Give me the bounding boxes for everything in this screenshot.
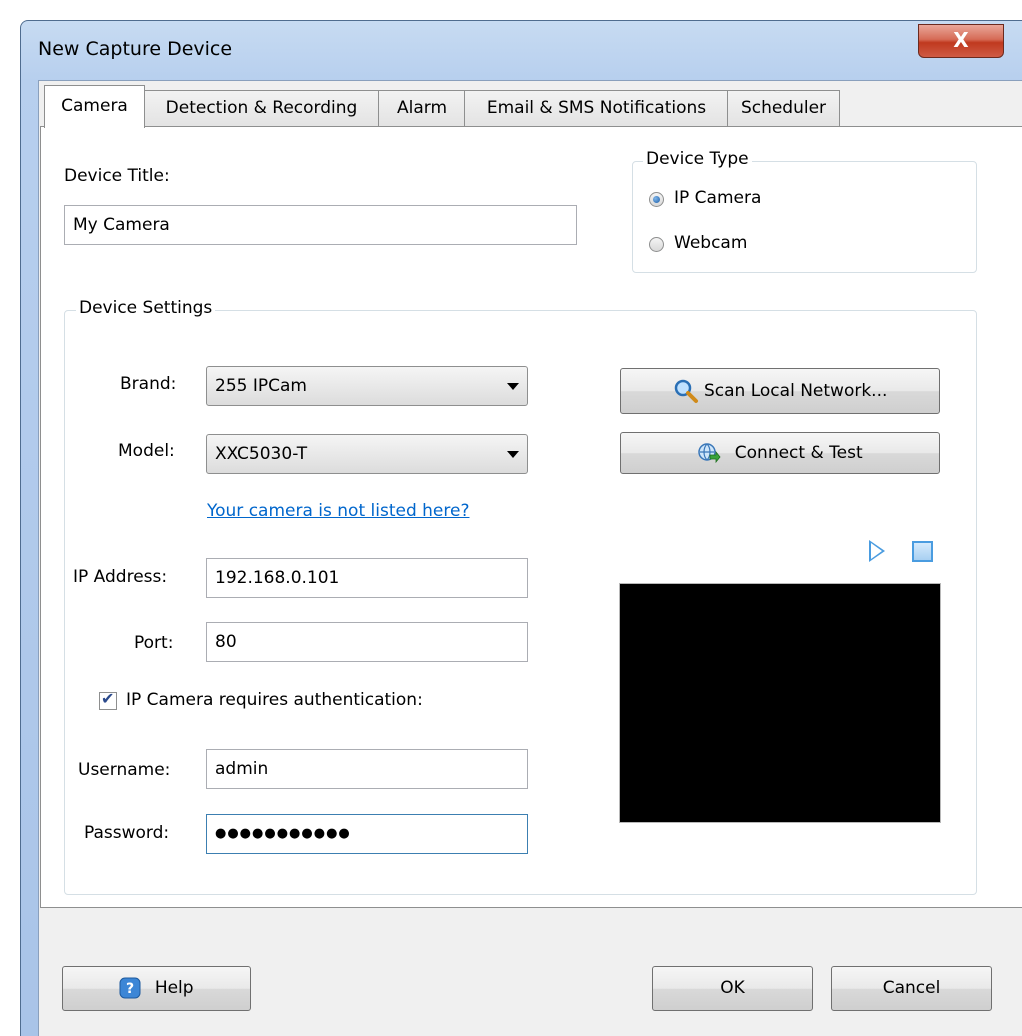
close-button[interactable]: X [918,24,1004,58]
chevron-down-icon [507,383,519,390]
password-input[interactable]: ●●●●●●●●●●● [206,814,528,854]
model-value: XXC5030-T [215,444,308,464]
camera-preview [619,583,941,823]
ip-address-input[interactable]: 192.168.0.101 [206,558,528,598]
magnifier-icon [674,379,698,403]
tab-scheduler[interactable]: Scheduler [727,90,840,127]
auth-checkbox[interactable] [99,689,117,710]
auth-label[interactable]: IP Camera requires authentication: [126,690,423,710]
window-title: New Capture Device [38,38,233,60]
tab-camera[interactable]: Camera [44,85,145,128]
chevron-down-icon [507,451,519,458]
device-settings-caption: Device Settings [76,298,216,318]
brand-dropdown[interactable]: 255 IPCam [206,366,528,406]
webcam-label[interactable]: Webcam [674,233,747,253]
tab-email-sms-notifications[interactable]: Email & SMS Notifications [464,90,729,127]
brand-value: 255 IPCam [215,376,307,396]
help-label: Help [154,978,194,998]
connect-globe-icon [698,443,721,464]
stop-icon[interactable] [912,541,933,562]
device-title-label: Device Title: [64,166,170,186]
username-input[interactable]: admin [206,749,528,789]
device-title-input[interactable]: My Camera [64,205,577,245]
port-input[interactable]: 80 [206,622,528,662]
svg-text:?: ? [126,981,134,997]
help-button[interactable]: ? Help [62,966,251,1011]
connect-label: Connect & Test [734,443,863,463]
tab-alarm[interactable]: Alarm [378,90,466,127]
play-icon[interactable] [869,540,885,562]
webcam-radio[interactable] [649,237,664,252]
ip-camera-label[interactable]: IP Camera [674,188,761,208]
brand-label: Brand: [120,374,177,394]
scan-local-network-button[interactable]: Scan Local Network... [620,368,940,414]
connect-test-button[interactable]: Connect & Test [620,432,940,474]
port-label: Port: [134,633,174,653]
tab-detection-recording[interactable]: Detection & Recording [143,90,380,127]
camera-not-listed-link[interactable]: Your camera is not listed here? [207,501,469,521]
username-label: Username: [78,760,171,780]
scan-label: Scan Local Network... [704,381,888,401]
cancel-button[interactable]: Cancel [831,966,992,1011]
device-type-caption: Device Type [643,149,752,169]
help-icon: ? [119,977,141,999]
ok-button[interactable]: OK [652,966,813,1011]
ip-address-label: IP Address: [73,567,168,587]
model-label: Model: [118,441,175,461]
device-type-group [632,161,977,273]
model-dropdown[interactable]: XXC5030-T [206,434,528,474]
password-label: Password: [84,823,170,843]
ip-camera-radio[interactable] [649,192,664,207]
